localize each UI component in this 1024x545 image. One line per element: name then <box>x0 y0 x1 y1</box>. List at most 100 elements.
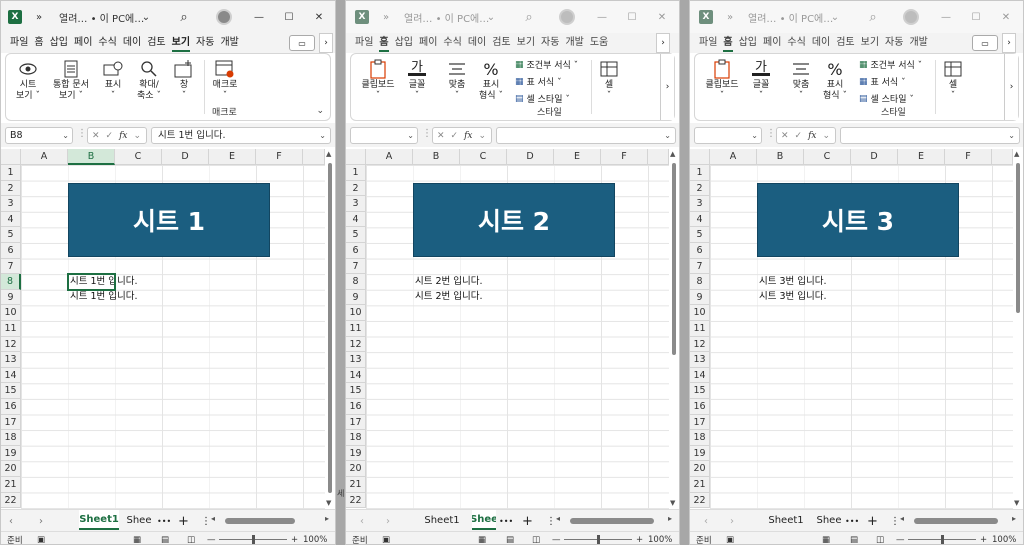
tab-home[interactable]: 홈 <box>376 33 391 53</box>
row-header-17[interactable]: 17 <box>346 414 366 431</box>
tab-developer[interactable]: 개발 <box>562 33 586 53</box>
row-header-13[interactable]: 13 <box>346 352 366 368</box>
tab-file[interactable]: 파일 <box>696 33 720 53</box>
font-button[interactable]: 가 글꼴 ˇ <box>403 58 431 102</box>
hscroll-left-icon[interactable]: ◂ <box>556 514 560 523</box>
add-sheet-icon[interactable]: + <box>522 510 533 532</box>
zoom-out-icon[interactable]: — <box>896 532 905 545</box>
column-header-c[interactable]: C <box>804 149 851 165</box>
row-header-22[interactable]: 22 <box>1 492 21 509</box>
sheet-tab-truncated[interactable]: Shee <box>816 510 842 530</box>
worksheet-grid[interactable]: A B C D E F 1 2 3 4 5 6 7 8 9 10 11 12 13 14 15 16 17 18 1… <box>690 149 1013 509</box>
tab-review[interactable]: 검토 <box>833 33 857 53</box>
row-header-5[interactable]: 5 <box>1 227 21 243</box>
sheet-next-icon[interactable]: › <box>39 510 43 532</box>
column-header-b[interactable]: B <box>413 149 460 165</box>
tab-insert[interactable]: 삽입 <box>736 33 760 53</box>
row-header-4[interactable]: 4 <box>690 211 710 228</box>
number-format-button[interactable]: % 표시 형식 ˇ <box>821 58 849 102</box>
fx-dropdown-icon[interactable]: ⌄ <box>823 131 831 141</box>
sheet-prev-icon[interactable]: ‹ <box>9 510 13 532</box>
enter-icon[interactable]: ✓ <box>795 131 803 141</box>
row-header-17[interactable]: 17 <box>690 414 710 431</box>
avatar[interactable] <box>903 9 919 25</box>
row-header-7[interactable]: 7 <box>346 258 366 275</box>
comment-button[interactable]: ▭ <box>972 35 998 51</box>
normal-view-icon[interactable]: ▦ <box>478 532 486 545</box>
workbook-views-button[interactable]: 통합 문서 보기 ˇ <box>50 58 92 102</box>
accessibility-icon[interactable]: ▣ <box>382 532 390 545</box>
zoom-level[interactable]: 100% <box>303 532 327 545</box>
tab-view[interactable]: 보기 <box>858 33 882 53</box>
tab-developer[interactable]: 개발 <box>906 33 930 53</box>
normal-view-icon[interactable]: ▦ <box>822 532 830 545</box>
row-header-10[interactable]: 10 <box>1 305 21 321</box>
sheet-menu-icon[interactable]: ⋮ <box>546 510 556 532</box>
tab-data[interactable]: 데이 <box>465 33 489 53</box>
column-header-d[interactable]: D <box>507 149 554 165</box>
row-header-13[interactable]: 13 <box>690 352 710 368</box>
tabs-more-button[interactable]: › <box>1002 33 1016 53</box>
tabs-more-button[interactable]: › <box>656 33 670 53</box>
zoom-button[interactable]: 확대/ 축소 ˇ <box>134 58 164 102</box>
tab-review[interactable]: 검토 <box>144 33 168 53</box>
row-header-8[interactable]: 8 <box>690 274 710 290</box>
sheet-menu-icon[interactable]: ⋮ <box>201 510 211 532</box>
formula-expand-icon[interactable]: ⌄ <box>664 128 671 143</box>
row-header-19[interactable]: 19 <box>346 445 366 462</box>
zoom-level[interactable]: 100% <box>648 532 672 545</box>
tab-formulas[interactable]: 수식 <box>95 33 119 53</box>
tab-formulas[interactable]: 수식 <box>784 33 808 53</box>
row-header-4[interactable]: 4 <box>1 211 21 228</box>
sheet-view-button[interactable]: 시트 보기 ˇ <box>14 58 42 102</box>
row-header-21[interactable]: 21 <box>346 477 366 493</box>
tab-view[interactable]: 보기 <box>514 33 538 53</box>
scroll-down-icon[interactable]: ▼ <box>326 499 331 507</box>
hscroll-left-icon[interactable]: ◂ <box>211 514 215 523</box>
tab-automate[interactable]: 자동 <box>538 33 562 53</box>
row-header-15[interactable]: 15 <box>346 383 366 399</box>
conditional-format-button[interactable]: ▦ 조건부 서식 ˇ <box>515 58 578 72</box>
row-header-14[interactable]: 14 <box>346 367 366 384</box>
cell-b8[interactable]: 시트 2번 입니다. <box>413 274 483 290</box>
fx-dropdown-icon[interactable]: ⌄ <box>479 131 487 141</box>
zoom-slider-knob[interactable] <box>941 535 944 544</box>
row-header-1[interactable]: 1 <box>346 165 366 181</box>
scroll-up-icon[interactable]: ▲ <box>326 150 331 158</box>
alignment-button[interactable]: 맞춤 ˇ <box>443 58 471 102</box>
sheet-more-icon[interactable]: ••• <box>157 510 171 532</box>
row-header-22[interactable]: 22 <box>346 492 366 509</box>
sheet-tab-truncated[interactable]: Shee <box>472 510 496 530</box>
hscroll-right-icon[interactable]: ▸ <box>1012 514 1016 523</box>
row-header-18[interactable]: 18 <box>690 430 710 446</box>
tab-review[interactable]: 검토 <box>489 33 513 53</box>
row-header-3[interactable]: 3 <box>690 196 710 212</box>
tab-file[interactable]: 파일 <box>7 33 31 53</box>
row-header-14[interactable]: 14 <box>1 367 21 384</box>
sheet-prev-icon[interactable]: ‹ <box>704 510 708 532</box>
cell-b9[interactable]: 시트 3번 입니다. <box>757 289 827 305</box>
page-layout-view-icon[interactable]: ▤ <box>161 532 169 545</box>
select-all-corner[interactable] <box>346 149 366 165</box>
workbook-title[interactable]: 열려… • 이 PC에… <box>59 1 144 33</box>
column-header-f[interactable]: F <box>256 149 303 165</box>
comment-button[interactable]: ▭ <box>289 35 315 51</box>
search-icon[interactable]: ⌕ <box>864 1 882 33</box>
row-header-21[interactable]: 21 <box>1 477 21 493</box>
enter-icon[interactable]: ✓ <box>451 131 459 141</box>
overflow-icon[interactable]: » <box>724 1 736 33</box>
conditional-format-button[interactable]: ▦ 조건부 서식 ˇ <box>859 58 922 72</box>
tab-help[interactable]: 도움 <box>587 33 611 53</box>
formula-expand-icon[interactable]: ⌄ <box>319 128 326 143</box>
accessibility-icon[interactable]: ▣ <box>726 532 734 545</box>
sheet-more-icon[interactable]: ••• <box>845 510 859 532</box>
maximize-icon[interactable]: ☐ <box>624 1 640 33</box>
row-header-3[interactable]: 3 <box>1 196 21 212</box>
horizontal-scroll-thumb[interactable] <box>225 518 295 524</box>
row-header-21[interactable]: 21 <box>690 477 710 493</box>
avatar[interactable] <box>216 9 232 25</box>
clipboard-button[interactable]: 클립보드 ˇ <box>359 58 397 102</box>
insert-function-icon[interactable]: fx <box>119 131 127 141</box>
row-header-13[interactable]: 13 <box>1 352 21 368</box>
cells-button[interactable]: 셀 ˇ <box>597 58 621 102</box>
